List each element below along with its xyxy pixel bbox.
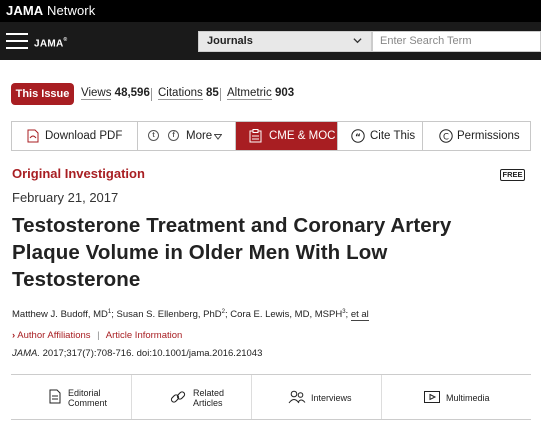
editorial-label-2: Comment xyxy=(68,398,108,408)
author-link[interactable]: Cora E. Lewis, MD, MSPH xyxy=(230,309,342,320)
interviews-label: Interviews xyxy=(311,393,352,403)
editorial-comment-link[interactable]: Editorial Comment xyxy=(11,375,131,419)
views-label: Views xyxy=(81,87,112,100)
journals-select[interactable]: Journals xyxy=(198,31,372,52)
related-label-2: Articles xyxy=(193,398,223,408)
brand-rest: Network xyxy=(43,3,96,18)
altmetric-label: Altmetric xyxy=(227,87,272,100)
more-label: More xyxy=(186,130,213,142)
pdf-icon xyxy=(27,129,39,143)
hamburger-menu-icon[interactable] xyxy=(6,33,28,49)
twitter-icon[interactable]: t xyxy=(148,130,159,141)
cme-moc-label: CME & MOC xyxy=(269,130,336,142)
altmetric-metric[interactable]: Altmetric 903 xyxy=(227,87,295,100)
author-affiliations-link[interactable]: Author Affiliations xyxy=(17,330,90,341)
document-icon xyxy=(49,389,61,404)
journal-bar: JAMA® Journals Enter Search Term xyxy=(0,22,541,60)
cite-this-button[interactable]: “ Cite This xyxy=(338,122,423,150)
svg-text:“: “ xyxy=(355,133,361,143)
citation-line: JAMA. 2017;317(7):708-716. doi:10.1001/j… xyxy=(12,348,262,359)
free-badge: FREE xyxy=(500,169,525,181)
multimedia-link[interactable]: Multimedia xyxy=(381,375,531,419)
download-pdf-button[interactable]: Download PDF xyxy=(12,122,138,150)
article-information-link[interactable]: Article Information xyxy=(106,330,183,341)
related-label-1: Related xyxy=(193,388,225,398)
author-link[interactable]: Susan S. Ellenberg, PhD xyxy=(117,309,222,320)
author-list: Matthew J. Budoff, MD1; Susan S. Ellenbe… xyxy=(12,309,369,322)
facebook-icon[interactable]: f xyxy=(168,130,179,141)
chevron-down-icon xyxy=(353,38,362,44)
jama-logo-text: JAMA xyxy=(34,38,64,50)
permissions-label: Permissions xyxy=(457,130,520,142)
author-link[interactable]: Matthew J. Budoff, MD xyxy=(12,309,108,320)
people-icon xyxy=(288,390,306,404)
divider xyxy=(220,88,221,101)
views-value: 48,596 xyxy=(114,87,150,99)
link-icon xyxy=(170,391,186,403)
download-pdf-label: Download PDF xyxy=(45,130,123,142)
svg-text:C: C xyxy=(443,132,449,142)
et-al-link[interactable]: et al xyxy=(350,309,369,322)
permissions-button[interactable]: C Permissions xyxy=(423,122,530,150)
related-articles-link[interactable]: Related Articles xyxy=(131,375,251,419)
chevron-right-icon: › xyxy=(12,330,16,341)
citation-journal: JAMA. xyxy=(12,348,40,359)
this-issue-button[interactable]: This Issue xyxy=(11,83,74,105)
interviews-link[interactable]: Interviews xyxy=(251,375,381,419)
citation-details: 2017;317(7):708-716. doi:10.1001/jama.20… xyxy=(39,348,263,359)
video-player-icon xyxy=(424,391,440,403)
search-input[interactable]: Enter Search Term xyxy=(372,31,541,52)
article-title: Testosterone Treatment and Coronary Arte… xyxy=(12,214,452,291)
multimedia-label: Multimedia xyxy=(446,393,490,403)
citations-metric[interactable]: Citations 85 xyxy=(158,87,219,100)
cme-moc-button[interactable]: CME & MOC xyxy=(236,122,338,150)
publication-date: February 21, 2017 xyxy=(12,190,119,205)
divider xyxy=(151,88,152,101)
altmetric-value: 903 xyxy=(274,87,295,99)
divider: | xyxy=(97,330,100,341)
jama-network-logo[interactable]: JAMA Network xyxy=(6,3,95,18)
related-content-bar: Editorial Comment Related Articles Inter… xyxy=(11,374,531,420)
more-share-button[interactable]: t f More xyxy=(138,122,236,150)
brand-bold: JAMA xyxy=(6,3,44,18)
jama-logo[interactable]: JAMA® xyxy=(34,30,76,52)
clipboard-icon xyxy=(249,129,262,143)
copyright-icon: C xyxy=(439,129,453,143)
editorial-label-1: Editorial xyxy=(68,388,101,398)
journals-select-value: Journals xyxy=(207,35,253,47)
citations-value: 85 xyxy=(205,87,219,99)
affiliation-links: › Author Affiliations | Article Informat… xyxy=(12,330,182,341)
article-toolbar: Download PDF t f More CME & MOC “ Cite T… xyxy=(11,121,531,151)
cite-this-label: Cite This xyxy=(370,130,416,142)
network-bar: JAMA Network xyxy=(0,0,541,22)
article-type[interactable]: Original Investigation xyxy=(12,166,145,181)
views-metric[interactable]: Views 48,596 xyxy=(81,87,150,100)
search-placeholder: Enter Search Term xyxy=(380,35,472,47)
quote-icon: “ xyxy=(351,129,365,143)
caret-down-icon xyxy=(214,134,222,140)
citations-label: Citations xyxy=(158,87,203,100)
